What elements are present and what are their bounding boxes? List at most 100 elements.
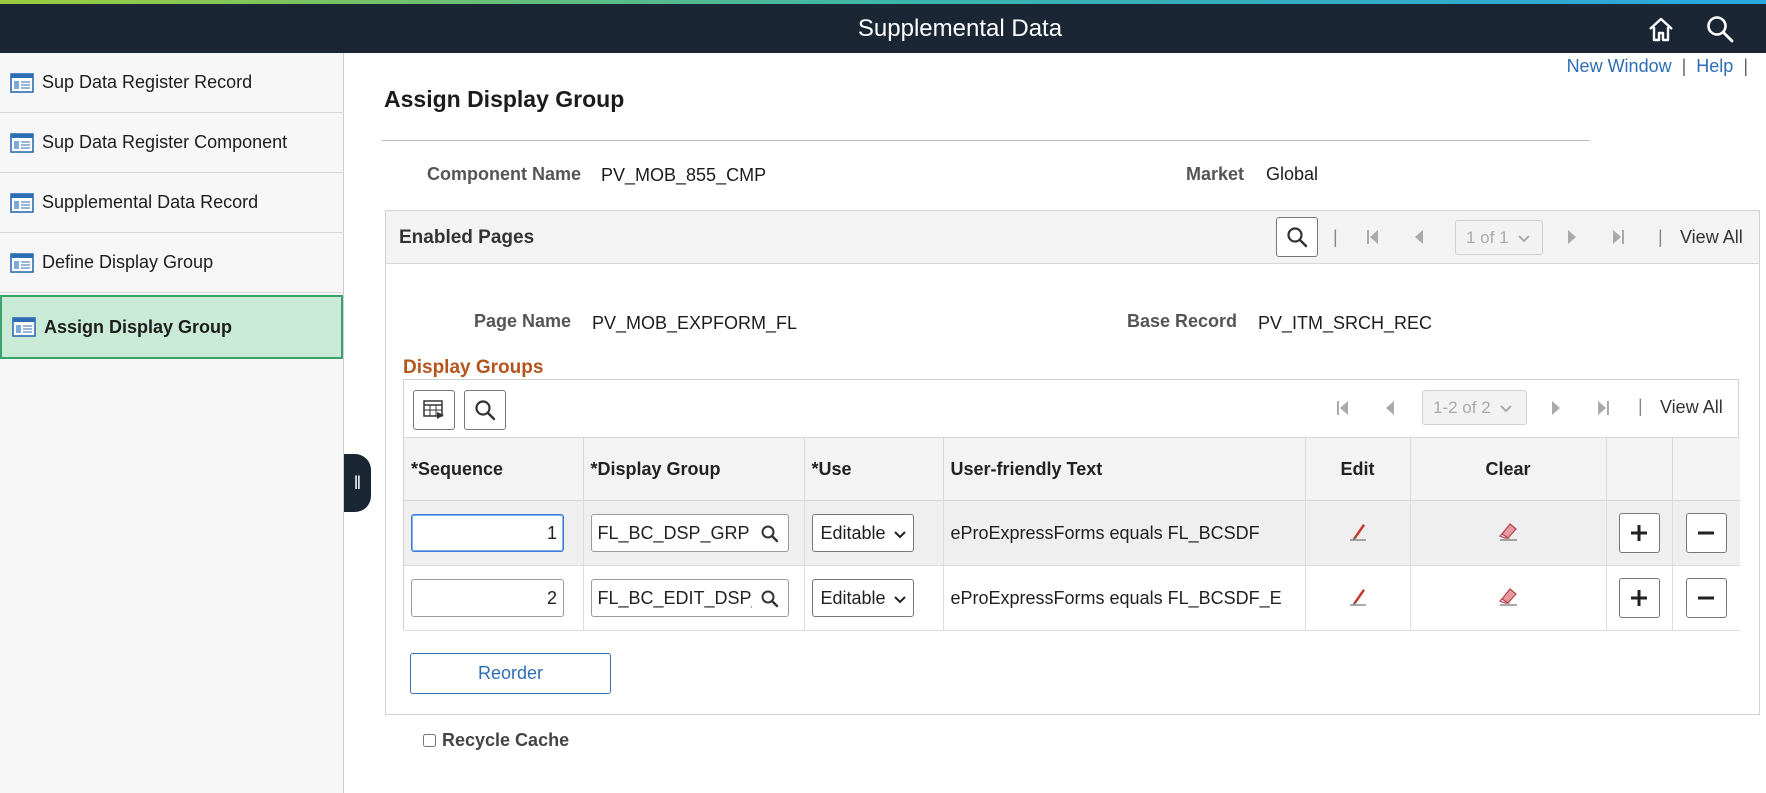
sidebar-item-assign-display-group[interactable]: Assign Display Group	[0, 295, 343, 359]
display-group-input[interactable]	[591, 587, 752, 609]
page-selector[interactable]: 1 of 1	[1455, 220, 1543, 255]
display-group-lookup	[590, 579, 789, 617]
add-row-button[interactable]	[1618, 513, 1660, 553]
eraser-icon[interactable]	[1497, 521, 1519, 541]
column-header-sequence: *Sequence	[404, 437, 584, 501]
plus-icon	[1631, 590, 1647, 606]
help-link[interactable]: Help	[1696, 56, 1733, 76]
table-row: Editable eProExpressForms equals FL_BCSD…	[404, 565, 1740, 631]
use-select[interactable]: Editable	[811, 579, 914, 617]
toolbar-separator: |	[1638, 396, 1643, 416]
component-name-label: Component Name	[427, 164, 582, 184]
lookup-search-icon[interactable]	[760, 589, 780, 609]
base-record-label: Base Record	[1127, 311, 1238, 331]
sidebar-item-sup-data-register-record[interactable]: Sup Data Register Record	[0, 53, 343, 113]
column-header-display-group: *Display Group	[583, 437, 805, 501]
previous-page-icon[interactable]	[1381, 399, 1399, 417]
sidebar-item-label: Supplemental Data Record	[42, 192, 259, 212]
delete-row-button[interactable]	[1685, 513, 1727, 553]
sidebar-item-define-display-group[interactable]: Define Display Group	[0, 233, 343, 293]
use-select-value: Editable	[820, 522, 886, 543]
app-header: Supplemental Data	[0, 4, 1766, 53]
recycle-cache-option: Recycle Cache	[423, 730, 569, 751]
sidebar-item-label: Sup Data Register Record	[42, 72, 253, 92]
search-icon	[1287, 227, 1308, 248]
sidebar-item-supplemental-data-record[interactable]: Supplemental Data Record	[0, 173, 343, 233]
minus-icon	[1698, 531, 1715, 535]
search-icon	[475, 400, 496, 421]
edit-pencil-icon[interactable]	[1348, 521, 1368, 541]
delete-row-button[interactable]	[1685, 578, 1727, 618]
column-header-use: *Use	[804, 437, 944, 501]
toolbar-separator: |	[1333, 227, 1338, 247]
recycle-cache-checkbox[interactable]	[423, 734, 436, 747]
first-page-icon[interactable]	[1334, 399, 1352, 417]
personalize-grid-button[interactable]	[413, 390, 455, 430]
base-record-value: PV_ITM_SRCH_REC	[1258, 313, 1433, 333]
title-divider	[382, 140, 1590, 141]
last-page-icon[interactable]	[1609, 228, 1627, 246]
column-header-add	[1606, 437, 1673, 501]
previous-page-icon[interactable]	[1410, 228, 1428, 246]
column-header-delete	[1672, 437, 1740, 501]
table-row: Editable eProExpressForms equals FL_BCSD…	[404, 500, 1740, 566]
component-icon	[10, 192, 34, 213]
grid-page-selector[interactable]: 1-2 of 2	[1422, 390, 1527, 425]
sidebar-item-sup-data-register-component[interactable]: Sup Data Register Component	[0, 113, 343, 173]
home-icon[interactable]	[1646, 14, 1676, 44]
grid-toolbar: 1-2 of 2 | View All	[404, 380, 1738, 437]
new-window-link[interactable]: New Window	[1567, 56, 1672, 76]
edit-pencil-icon[interactable]	[1348, 586, 1368, 606]
plus-icon	[1631, 525, 1647, 541]
column-header-edit: Edit	[1305, 437, 1411, 501]
page-name-label: Page Name	[474, 311, 572, 331]
grid-find-button[interactable]	[464, 390, 506, 430]
view-all-link[interactable]: View All	[1680, 227, 1743, 248]
grid-view-all-link[interactable]: View All	[1660, 397, 1723, 418]
search-icon[interactable]	[1705, 14, 1735, 44]
minus-icon	[1698, 596, 1715, 600]
use-select[interactable]: Editable	[811, 514, 914, 552]
component-icon	[12, 317, 36, 337]
toolbar-separator: |	[1658, 227, 1663, 247]
find-button[interactable]	[1276, 217, 1318, 257]
last-page-icon[interactable]	[1594, 399, 1612, 417]
collapse-sidebar-handle[interactable]: ‖	[344, 454, 371, 512]
recycle-cache-label: Recycle Cache	[442, 730, 570, 750]
lookup-search-icon[interactable]	[760, 524, 780, 544]
page-name-value: PV_MOB_EXPFORM_FL	[592, 313, 798, 333]
sidebar-item-label: Sup Data Register Component	[42, 132, 288, 152]
use-select-value: Editable	[820, 587, 886, 608]
market-value: Global	[1266, 164, 1319, 184]
component-icon	[10, 132, 34, 153]
sequence-input[interactable]	[411, 579, 564, 617]
component-name-value: PV_MOB_855_CMP	[601, 165, 767, 185]
grid-pager-text: 1-2 of 2	[1433, 397, 1491, 417]
chevron-down-icon	[892, 592, 907, 606]
top-links: New Window | Help |	[1566, 56, 1748, 76]
user-friendly-text-cell: eProExpressForms equals FL_BCSDF	[943, 500, 1306, 566]
eraser-icon[interactable]	[1497, 586, 1519, 606]
column-header-user-friendly-text: User-friendly Text	[943, 437, 1306, 501]
first-page-icon[interactable]	[1364, 228, 1382, 246]
display-group-input[interactable]	[591, 522, 752, 544]
add-row-button[interactable]	[1618, 578, 1660, 618]
chevron-down-icon	[1517, 234, 1530, 242]
display-groups-grid: 1-2 of 2 | View All *Sequence *Display G…	[403, 379, 1740, 631]
enabled-pages-header: Enabled Pages | 1 of 1 | View All	[386, 211, 1759, 264]
display-groups-title: Display Groups	[403, 357, 544, 378]
component-icon	[10, 252, 34, 273]
pager-text: 1 of 1	[1466, 227, 1509, 247]
reorder-button[interactable]: Reorder	[410, 653, 611, 694]
sequence-input[interactable]	[411, 514, 564, 552]
next-page-icon[interactable]	[1563, 228, 1581, 246]
sidebar-item-label: Define Display Group	[42, 252, 214, 272]
display-groups-table: *Sequence *Display Group *Use User-frien…	[404, 437, 1740, 631]
table-header-row: *Sequence *Display Group *Use User-frien…	[404, 437, 1740, 501]
page-title: Assign Display Group	[384, 86, 625, 112]
next-page-icon[interactable]	[1547, 399, 1565, 417]
market-label: Market	[1186, 164, 1245, 184]
display-group-lookup	[590, 514, 789, 552]
column-header-clear: Clear	[1410, 437, 1607, 501]
user-friendly-text-cell: eProExpressForms equals FL_BCSDF_E	[943, 565, 1306, 631]
